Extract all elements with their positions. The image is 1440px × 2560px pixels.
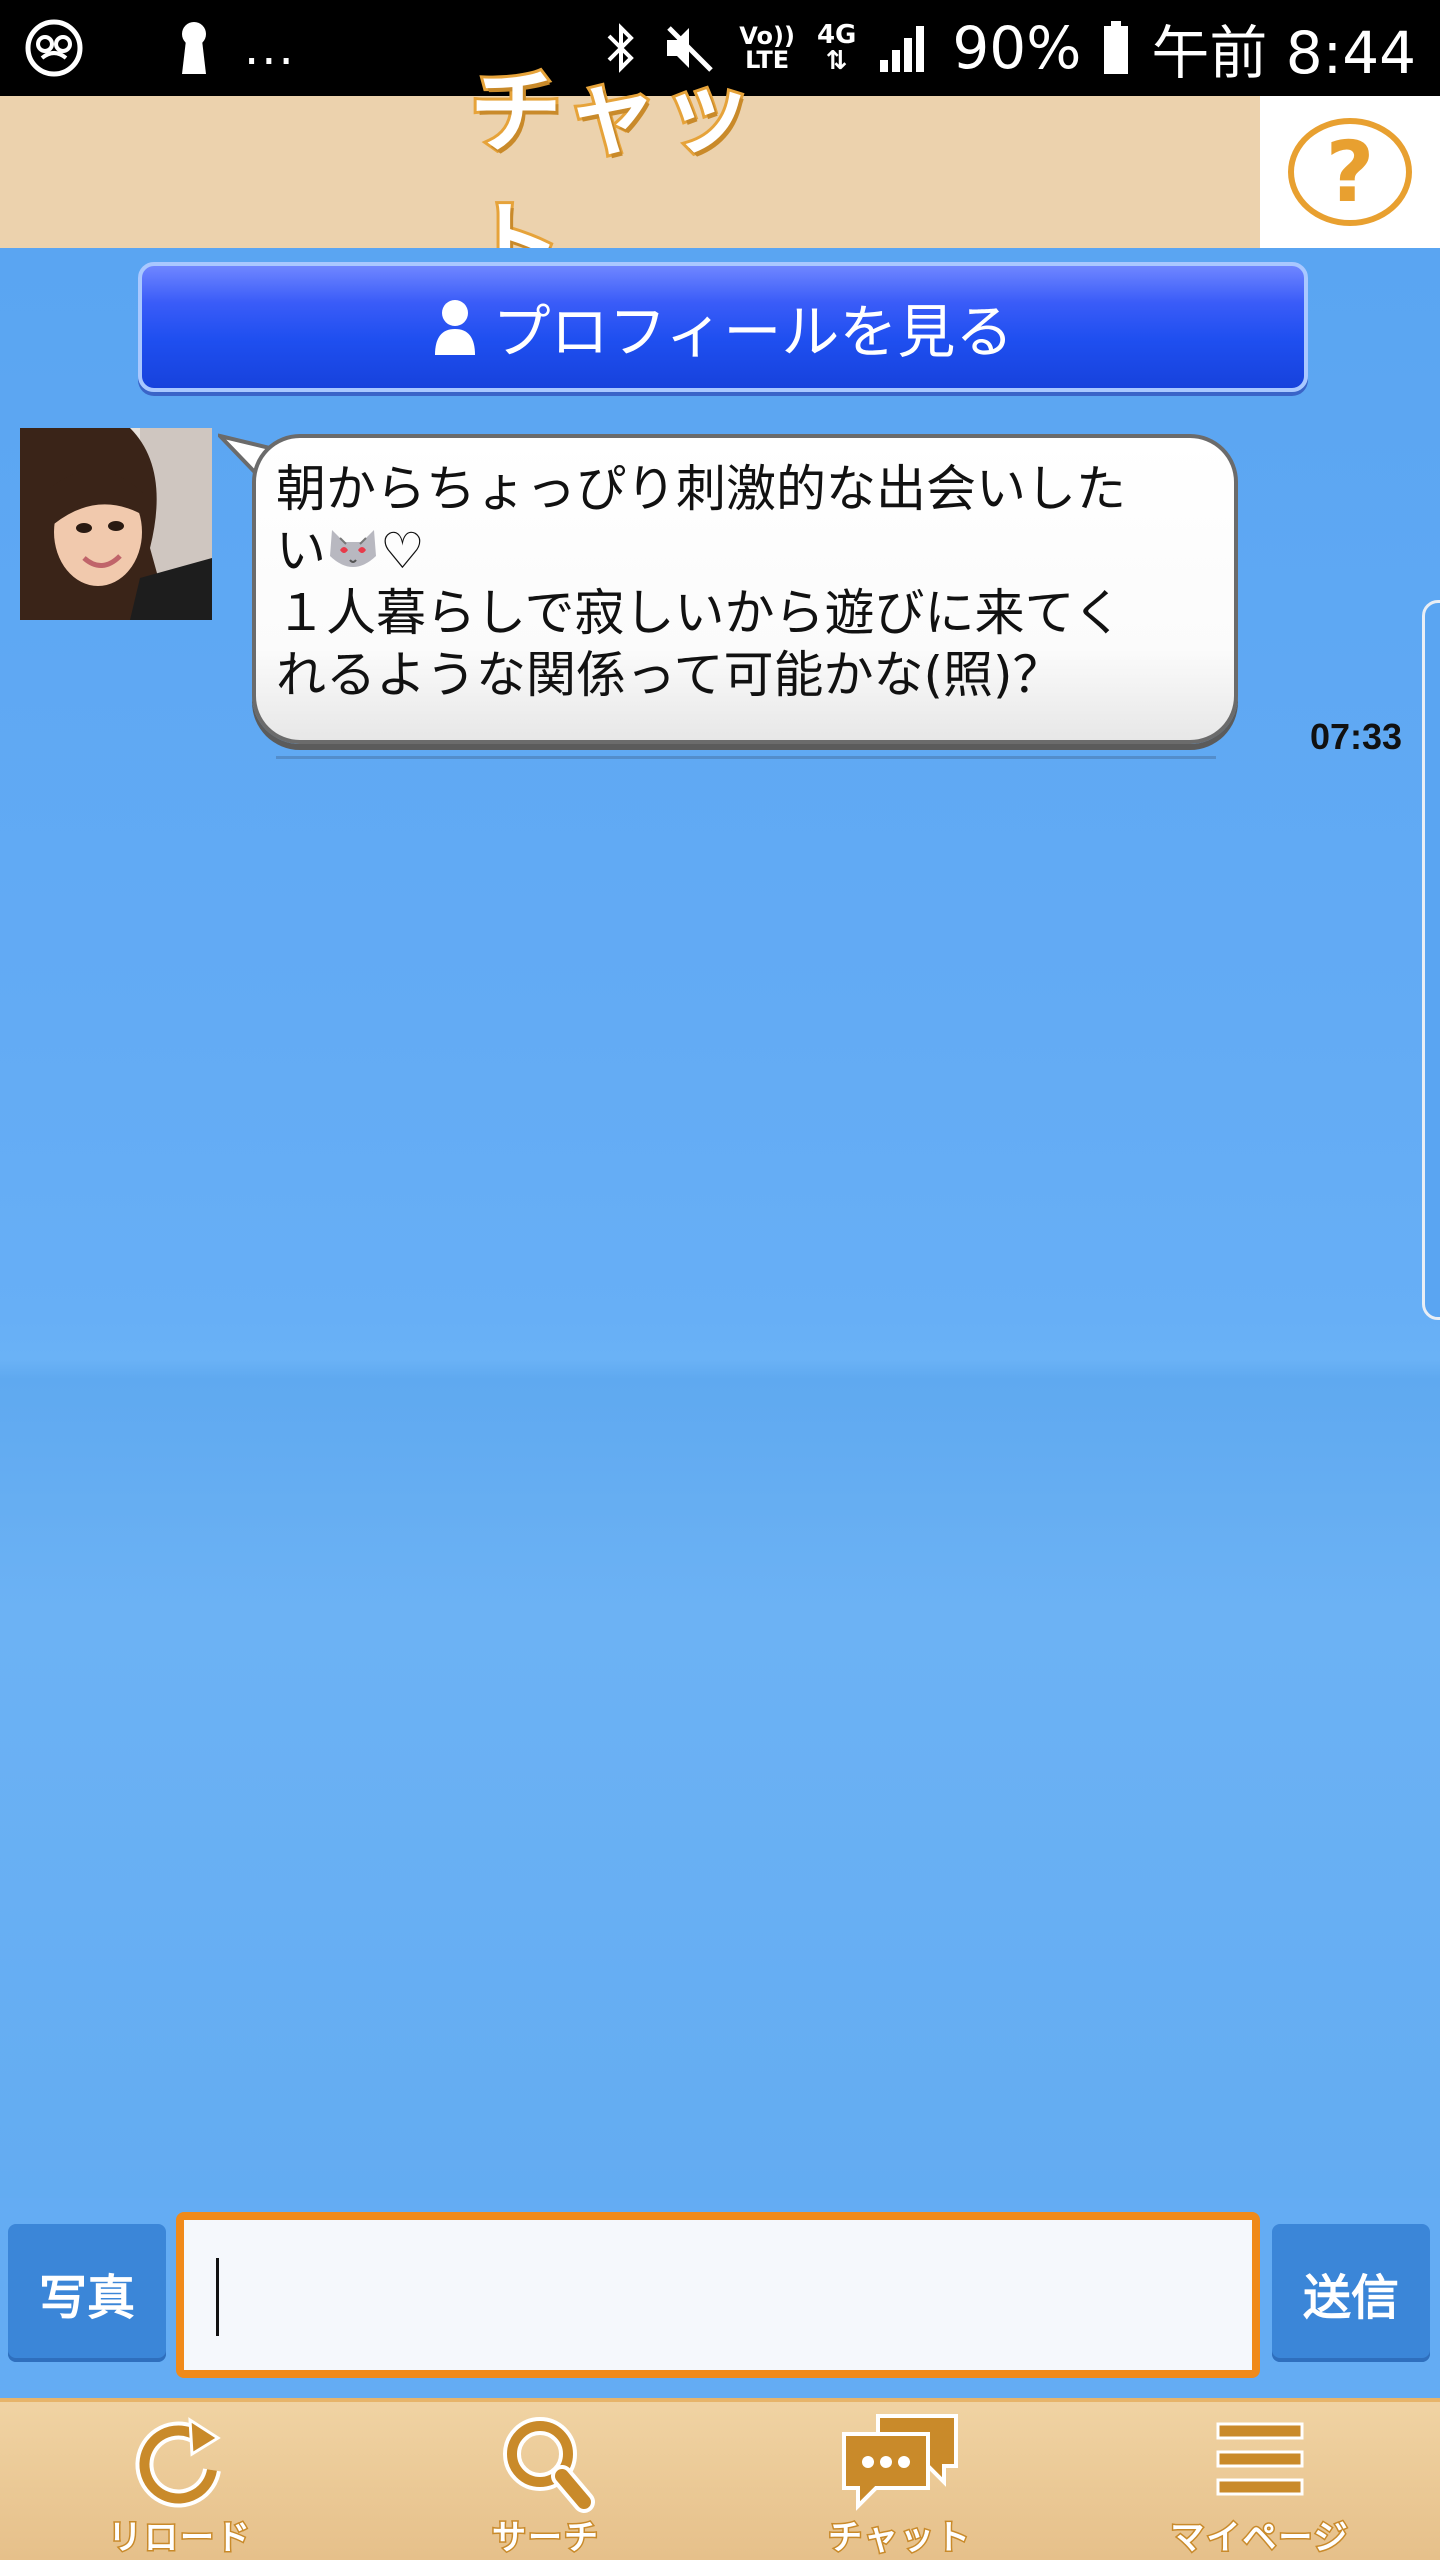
message-line-3: １人暮らしで寂しいから遊びに来てく	[276, 584, 1123, 642]
pretzel-icon	[24, 18, 84, 78]
notification-more: ...	[244, 20, 296, 76]
bottom-nav: リロード サーチ チャット マイページ	[0, 2398, 1440, 2560]
nav-item-reload[interactable]: リロード	[70, 2410, 290, 2560]
nav-label-mypage: マイページ	[1169, 2517, 1350, 2560]
help-area: ?	[1260, 96, 1440, 248]
nav-item-mypage[interactable]: マイページ	[1150, 2410, 1370, 2560]
message-line-4: れるような関係って可能かな(照)？	[276, 646, 1063, 704]
battery-icon	[1103, 21, 1129, 75]
nav-label-search: サーチ	[491, 2517, 600, 2560]
person-icon	[434, 300, 475, 355]
send-button[interactable]: 送信	[1272, 2224, 1430, 2362]
message-bubble[interactable]: 朝からちょっぴり刺激的な出会いした い ♡ １人暮らしで寂しいから遊びに来てく れ…	[252, 434, 1238, 744]
menu-icon	[1216, 2422, 1304, 2496]
side-drawer-handle[interactable]	[1422, 600, 1440, 1320]
heart-eyes-cat-icon	[330, 530, 376, 567]
chat-area[interactable]: プロフィールを見る 朝からちょっぴり刺激的な出会いした い ♡ １人暮らしで寂しい…	[0, 248, 1440, 2198]
message-text: 朝からちょっぴり刺激的な出会いした い ♡ １人暮らしで寂しいから遊びに来てく れ…	[276, 458, 1216, 706]
view-profile-label: プロフィールを見る	[492, 298, 1014, 366]
message-line-2-prefix: い	[276, 522, 326, 580]
app-header: チャット ?	[0, 56, 1440, 302]
clock: 午前 8:44	[1151, 19, 1416, 87]
reload-icon	[135, 2417, 221, 2508]
chat-icon	[842, 2414, 958, 2511]
nav-item-search[interactable]: サーチ	[436, 2410, 656, 2560]
signal-icon	[878, 24, 930, 72]
message-timestamp: 07:33	[1310, 716, 1403, 757]
battery-percent: 90%	[952, 14, 1082, 82]
message-line-2-suffix: ♡	[380, 522, 425, 580]
photo-button[interactable]: 写真	[8, 2224, 166, 2362]
keyhole-icon	[164, 18, 224, 78]
message-line-1: 朝からちょっぴり刺激的な出会いした	[276, 460, 1126, 518]
message-divider	[276, 756, 1216, 759]
nav-label-reload: リロード	[107, 2517, 252, 2560]
text-caret	[216, 2258, 219, 2336]
help-button[interactable]: ?	[1288, 118, 1412, 226]
input-bar: 写真 送信	[0, 2198, 1440, 2398]
page-title: チャット	[467, 56, 758, 302]
avatar[interactable]	[20, 428, 212, 620]
nav-item-chat[interactable]: チャット	[790, 2410, 1010, 2560]
nav-label-chat: チャット	[827, 2517, 972, 2560]
search-icon	[503, 2417, 595, 2513]
view-profile-button[interactable]: プロフィールを見る	[138, 262, 1308, 392]
message-input[interactable]	[176, 2212, 1260, 2378]
